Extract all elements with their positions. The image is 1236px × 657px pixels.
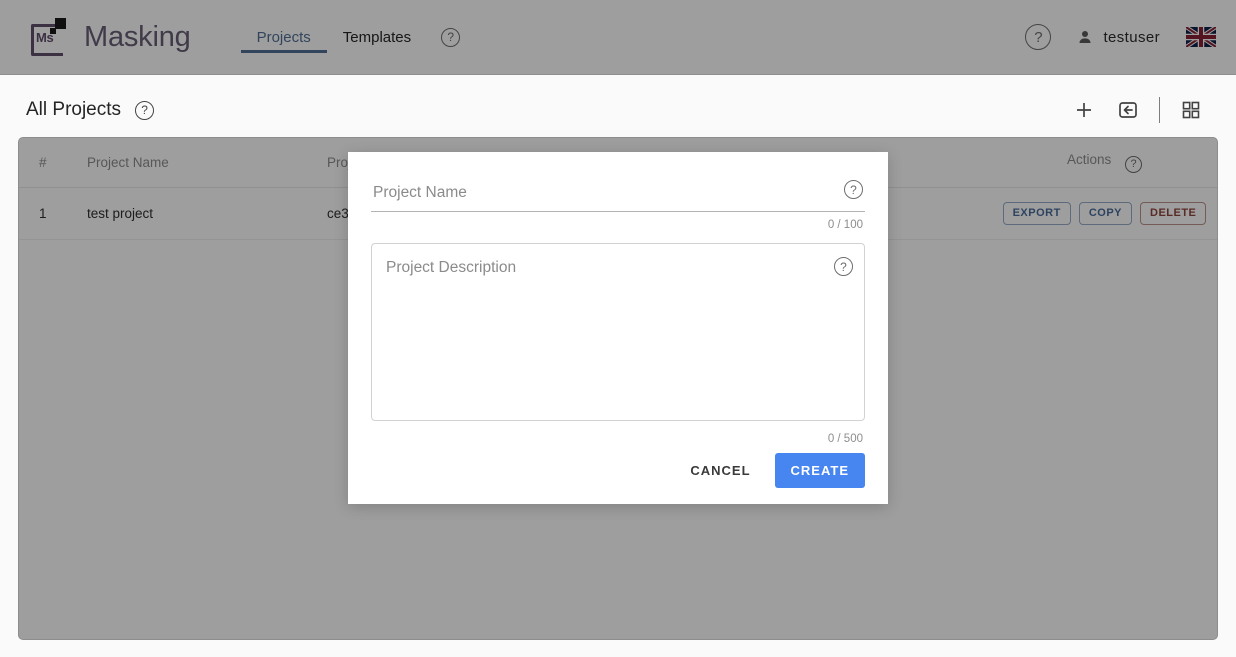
project-name-help[interactable]: ? (844, 180, 863, 199)
create-button[interactable]: CREATE (774, 453, 865, 488)
tab-templates[interactable]: Templates (327, 0, 427, 75)
cell-actions: EXPORT COPY DELETE (992, 187, 1217, 240)
help-circle-icon[interactable]: ? (135, 100, 155, 120)
help-circle-icon[interactable]: ? (844, 180, 863, 199)
header-right-group: ? testuser (1025, 24, 1216, 50)
user-menu[interactable]: testuser (1077, 29, 1160, 46)
project-name-input[interactable] (371, 178, 865, 212)
project-description-input[interactable] (371, 243, 865, 421)
person-icon (1079, 31, 1091, 43)
brand-logo[interactable]: Ms Masking (28, 15, 191, 59)
column-header-actions: Actions ? (992, 138, 1217, 188)
import-box-arrow-icon (1119, 102, 1137, 118)
nav-help-icon[interactable]: ? (441, 27, 461, 47)
grid-view-button[interactable] (1178, 97, 1204, 123)
masking-logo-icon: Ms (28, 15, 72, 59)
copy-button[interactable]: COPY (1078, 202, 1132, 225)
help-circle-icon[interactable]: ? (834, 257, 853, 276)
toolbar-divider (1159, 97, 1160, 123)
grid-view-icon (1182, 101, 1200, 119)
cancel-button[interactable]: CANCEL (676, 453, 764, 488)
column-header-project-name[interactable]: Project Name (77, 138, 317, 188)
column-header-num[interactable]: # (19, 138, 77, 188)
page-title: All Projects (26, 99, 122, 120)
logo-square-large-icon (55, 18, 66, 29)
delete-button[interactable]: DELETE (1140, 202, 1207, 225)
help-icon[interactable]: ? (1025, 24, 1052, 50)
export-button[interactable]: EXPORT (1002, 202, 1071, 225)
modal-action-bar: CANCEL CREATE (371, 445, 865, 488)
project-name-field-row: ? (371, 178, 865, 212)
main-nav: Projects Templates ? (240, 0, 461, 75)
project-description-help[interactable]: ? (834, 257, 853, 276)
logo-square-small-icon (50, 28, 56, 34)
project-description-counter: 0 / 500 (827, 433, 863, 445)
tab-projects[interactable]: Projects (240, 0, 327, 75)
column-header-actions-label: Actions (1066, 152, 1112, 167)
help-circle-icon[interactable]: ? (1125, 156, 1143, 173)
page-title-help[interactable]: ? (135, 100, 155, 120)
content-header: All Projects ? (18, 91, 1218, 137)
app-root: Ms Masking Projects Templates ? ? testus… (0, 0, 1236, 657)
project-description-field-row: ? (371, 243, 865, 426)
content-toolbar (1071, 97, 1210, 123)
plus-icon (1077, 103, 1091, 117)
import-project-button[interactable] (1115, 97, 1141, 123)
app-header: Ms Masking Projects Templates ? ? testus… (0, 0, 1236, 75)
uk-flag-icon[interactable] (1186, 27, 1216, 47)
user-name-label: testuser (1103, 28, 1160, 46)
help-circle-icon[interactable]: ? (441, 27, 461, 47)
project-name-counter: 0 / 100 (827, 219, 863, 231)
cell-row-number: 1 (19, 187, 77, 240)
add-project-button[interactable] (1071, 97, 1097, 123)
brand-name: Masking (84, 20, 191, 53)
cell-project-name: test project (77, 187, 317, 240)
row-action-buttons: EXPORT COPY DELETE (1002, 202, 1207, 225)
create-project-modal: ? 0 / 100 ? 0 / 500 CANCEL CREATE (348, 152, 888, 504)
